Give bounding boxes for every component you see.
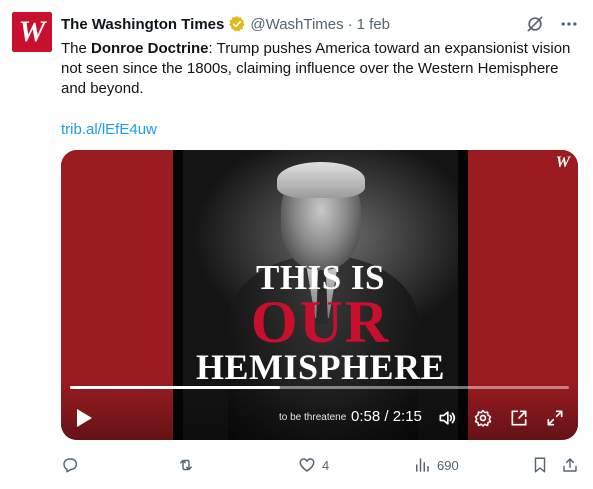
tweet-header: The Washington Times @WashTimes · 1 feb: [61, 14, 579, 34]
share-icon: [563, 458, 577, 472]
share-button[interactable]: [561, 455, 579, 475]
tweet-actions: 4 690: [61, 455, 581, 475]
tweet-text: The Donroe Doctrine: Trump pushes Americ…: [61, 39, 576, 99]
video-controls: [61, 380, 578, 440]
tweet-text-bold: Donroe Doctrine: [91, 40, 209, 57]
like-button[interactable]: 4: [298, 455, 329, 475]
verified-badge-icon: [229, 16, 245, 32]
volume-icon[interactable]: [437, 408, 457, 428]
play-icon[interactable]: [75, 408, 93, 428]
settings-gear-icon[interactable]: [473, 408, 493, 428]
views-chart-icon: [416, 458, 429, 472]
views-count: 690: [437, 457, 459, 473]
video-time: 0:58 / 2:15: [351, 408, 422, 425]
author-name[interactable]: The Washington Times: [61, 16, 224, 33]
video-watermark-logo: W: [555, 154, 570, 171]
video-player[interactable]: THIS IS OUR HEMISPHERE W to be threatene…: [61, 150, 578, 440]
author-avatar[interactable]: W: [12, 12, 52, 52]
bookmark-icon: [534, 457, 546, 473]
header-separator: ·: [347, 15, 353, 33]
retweet-button[interactable]: [176, 455, 202, 475]
fullscreen-icon[interactable]: [545, 408, 565, 428]
author-handle[interactable]: @WashTimes: [250, 16, 343, 33]
reply-icon: [63, 458, 78, 473]
picture-in-picture-icon[interactable]: [509, 408, 529, 428]
video-caption: to be threatene: [279, 412, 347, 423]
heart-icon: [299, 458, 315, 472]
video-progress-bar[interactable]: [70, 386, 569, 389]
like-count: 4: [322, 457, 330, 473]
grok-icon[interactable]: [525, 14, 545, 34]
tweet-link[interactable]: trib.al/lEfE4uw: [61, 120, 157, 140]
retweet-icon: [180, 459, 192, 471]
reply-button[interactable]: [61, 455, 85, 475]
figure-hair: [277, 162, 365, 198]
tweet-date[interactable]: 1 feb: [357, 16, 390, 33]
avatar-logo: W: [18, 15, 46, 48]
more-options-icon[interactable]: [559, 14, 579, 34]
views-button[interactable]: 690: [413, 455, 459, 475]
bookmark-button[interactable]: [531, 455, 549, 475]
video-progress-fill: [70, 386, 280, 389]
tweet-text-prefix: The: [61, 40, 92, 57]
